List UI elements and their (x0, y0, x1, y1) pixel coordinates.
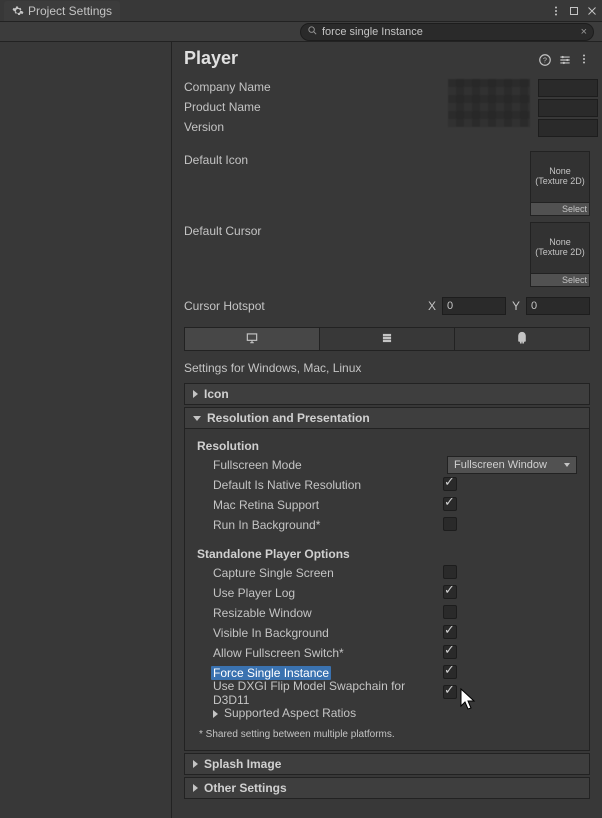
default-cursor-select-button[interactable]: Select (530, 273, 590, 287)
run-bg-checkbox[interactable] (443, 517, 457, 531)
default-cursor-slot-type: (Texture 2D) (535, 248, 585, 258)
cursor-hotspot-y-label: Y (512, 299, 520, 313)
cursor-hotspot-y-input[interactable] (526, 297, 590, 315)
kebab-menu-icon[interactable] (550, 5, 562, 17)
capture-single-checkbox[interactable] (443, 565, 457, 579)
dxgi-checkbox[interactable] (443, 685, 457, 699)
platform-tabs (184, 327, 590, 351)
cursor-hotspot-row: Cursor Hotspot X Y (172, 293, 602, 319)
search-row: × (0, 22, 602, 42)
maximize-icon[interactable] (568, 5, 580, 17)
chevron-right-icon (213, 710, 218, 718)
help-icon[interactable]: ? (538, 53, 550, 65)
resolution-heading: Resolution (197, 435, 577, 455)
default-cursor-label: Default Cursor (184, 222, 436, 238)
settings-main: Player ? Company Name Product (172, 42, 602, 818)
kebab-menu-icon[interactable] (578, 53, 590, 65)
default-native-label: Default Is Native Resolution (197, 478, 437, 492)
fullscreen-mode-value: Fullscreen Window (454, 459, 547, 471)
company-name-input[interactable] (538, 79, 598, 97)
dxgi-label: Use DXGI Flip Model Swapchain for D3D11 (197, 679, 437, 707)
default-icon-label: Default Icon (184, 151, 436, 167)
supported-aspect-ratios-label: Supported Aspect Ratios (224, 706, 356, 720)
supported-aspect-ratios[interactable]: Supported Aspect Ratios (197, 706, 437, 720)
default-icon-row: Default Icon None (Texture 2D) Select (172, 151, 602, 216)
fullscreen-mode-dropdown[interactable]: Fullscreen Window (447, 456, 577, 474)
chevron-down-icon (193, 416, 201, 421)
product-name-label: Product Name (184, 100, 436, 114)
chevron-right-icon (193, 390, 198, 398)
window-titlebar: Project Settings (0, 0, 602, 22)
chevron-down-icon (564, 463, 570, 467)
chevron-right-icon (193, 784, 198, 792)
default-cursor-row: Default Cursor None (Texture 2D) Select (172, 222, 602, 287)
gear-icon (12, 5, 24, 17)
foldout-icon-label: Icon (204, 387, 229, 401)
default-icon-slot[interactable]: None (Texture 2D) (530, 151, 590, 203)
resizable-label: Resizable Window (197, 606, 437, 620)
version-label: Version (184, 120, 436, 134)
platform-tab-server[interactable] (320, 328, 455, 350)
cursor-hotspot-label: Cursor Hotspot (184, 299, 422, 313)
platform-tab-android[interactable] (455, 328, 589, 350)
fullscreen-mode-label: Fullscreen Mode (197, 458, 437, 472)
foldout-resolution[interactable]: Resolution and Presentation (184, 407, 590, 429)
cursor-hotspot-x-input[interactable] (442, 297, 506, 315)
company-info-preview (448, 79, 530, 127)
use-player-log-checkbox[interactable] (443, 585, 457, 599)
chevron-right-icon (193, 760, 198, 768)
resizable-checkbox[interactable] (443, 605, 457, 619)
standalone-heading: Standalone Player Options (197, 543, 577, 563)
shared-setting-footnote: * Shared setting between multiple platfo… (197, 723, 577, 742)
allow-fs-switch-checkbox[interactable] (443, 645, 457, 659)
search-input[interactable] (322, 26, 577, 38)
default-icon-slot-type: (Texture 2D) (535, 177, 585, 187)
platform-tab-desktop[interactable] (185, 328, 320, 350)
product-name-input[interactable] (538, 99, 598, 117)
search-icon (307, 25, 318, 39)
svg-text:?: ? (543, 57, 547, 64)
foldout-other-label: Other Settings (204, 781, 287, 795)
search-clear-icon[interactable]: × (581, 26, 587, 38)
monitor-icon (245, 331, 259, 348)
capture-single-label: Capture Single Screen (197, 566, 437, 580)
visible-bg-checkbox[interactable] (443, 625, 457, 639)
settings-sidebar (0, 42, 172, 818)
android-icon (515, 331, 529, 348)
settings-slider-icon[interactable] (558, 53, 570, 65)
foldout-resolution-body: Resolution Fullscreen Mode Fullscreen Wi… (184, 429, 590, 751)
window-tab[interactable]: Project Settings (4, 1, 120, 21)
cursor-hotspot-x-label: X (428, 299, 436, 313)
force-single-instance-checkbox[interactable] (443, 665, 457, 679)
search-input-container: × (300, 23, 594, 41)
foldout-splash[interactable]: Splash Image (184, 753, 590, 775)
foldout-splash-label: Splash Image (204, 757, 281, 771)
company-name-label: Company Name (184, 80, 436, 94)
visible-bg-label: Visible In Background (197, 626, 437, 640)
run-bg-label: Run In Background* (197, 518, 437, 532)
version-input[interactable] (538, 119, 598, 137)
platform-subtitle: Settings for Windows, Mac, Linux (172, 351, 602, 381)
use-player-log-label: Use Player Log (197, 586, 437, 600)
foldout-other[interactable]: Other Settings (184, 777, 590, 799)
default-cursor-slot[interactable]: None (Texture 2D) (530, 222, 590, 274)
window-title: Project Settings (28, 4, 112, 18)
default-native-checkbox[interactable] (443, 477, 457, 491)
close-icon[interactable] (586, 5, 598, 17)
page-title: Player (184, 48, 538, 69)
allow-fs-switch-label: Allow Fullscreen Switch* (197, 646, 437, 660)
foldout-icon[interactable]: Icon (184, 383, 590, 405)
foldout-resolution-label: Resolution and Presentation (207, 411, 370, 425)
server-icon (380, 331, 394, 348)
mac-retina-label: Mac Retina Support (197, 498, 437, 512)
mac-retina-checkbox[interactable] (443, 497, 457, 511)
default-icon-select-button[interactable]: Select (530, 202, 590, 216)
force-single-instance-label: Force Single Instance (211, 666, 331, 680)
